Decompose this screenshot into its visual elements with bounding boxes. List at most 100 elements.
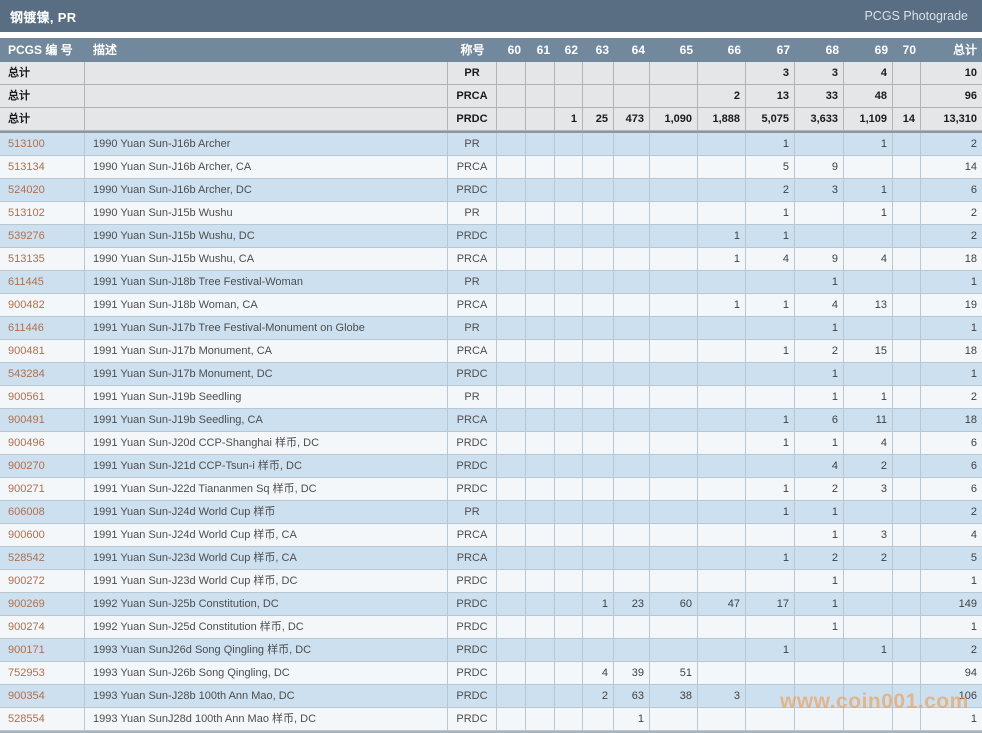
grade-67-cell: 1 [746, 639, 795, 662]
pcgs-number-link[interactable]: 900496 [0, 432, 85, 455]
row-total-cell: 4 [921, 524, 982, 547]
grade-62-cell [555, 662, 583, 685]
totals-row: 总计PR33410 [0, 62, 982, 85]
pcgs-number-link[interactable]: 513102 [0, 202, 85, 225]
col-header-total: 总计 [921, 38, 982, 62]
grade-65-cell [650, 570, 698, 593]
table-row: 5131341990 Yuan Sun-J16b Archer, CAPRCA5… [0, 156, 982, 179]
grade-64-cell: 473 [614, 108, 650, 131]
grade-68-cell: 1 [795, 570, 844, 593]
grade-62-cell [555, 133, 583, 156]
grade-66-cell: 1 [698, 225, 746, 248]
pcgs-number-link[interactable]: 611445 [0, 271, 85, 294]
grade-70-cell [893, 455, 921, 478]
grade-70-cell [893, 616, 921, 639]
grade-66-cell: 1,888 [698, 108, 746, 131]
grade-66-cell [698, 478, 746, 501]
grade-61-cell [526, 108, 555, 131]
pcgs-number-link[interactable]: 900481 [0, 340, 85, 363]
row-total-cell: 5 [921, 547, 982, 570]
pcgs-number-link[interactable]: 900274 [0, 616, 85, 639]
grade-68-cell: 9 [795, 156, 844, 179]
pcgs-number-link[interactable]: 900354 [0, 685, 85, 708]
pcgs-number-link[interactable]: 900171 [0, 639, 85, 662]
grade-63-cell [583, 294, 614, 317]
pcgs-number-link[interactable]: 611446 [0, 317, 85, 340]
grade-67-cell [746, 363, 795, 386]
pcgs-number-link[interactable]: 900272 [0, 570, 85, 593]
grade-64-cell [614, 524, 650, 547]
grade-66-cell [698, 570, 746, 593]
pcgs-number-link[interactable]: 900269 [0, 593, 85, 616]
grade-67-cell: 1 [746, 501, 795, 524]
grade-68-cell: 2 [795, 478, 844, 501]
table-row: 5392761990 Yuan Sun-J15b Wushu, DCPRDC11… [0, 225, 982, 248]
grade-66-cell [698, 501, 746, 524]
grade-63-cell [583, 363, 614, 386]
designation-cell: PRDC [448, 639, 497, 662]
grade-60-cell [497, 340, 526, 363]
table-row: 5131021990 Yuan Sun-J15b WushuPR112 [0, 202, 982, 225]
pcgs-number-link[interactable]: 524020 [0, 179, 85, 202]
grade-69-cell [844, 363, 893, 386]
pcgs-number-link[interactable]: 543284 [0, 363, 85, 386]
pcgs-number-link[interactable]: 900491 [0, 409, 85, 432]
pcgs-number-link[interactable]: 900271 [0, 478, 85, 501]
pcgs-number-link[interactable]: 900270 [0, 455, 85, 478]
pcgs-number-link[interactable]: 900561 [0, 386, 85, 409]
grade-69-cell: 15 [844, 340, 893, 363]
grade-67-cell: 1 [746, 432, 795, 455]
grade-66-cell [698, 363, 746, 386]
grade-65-cell [650, 179, 698, 202]
grade-63-cell [583, 225, 614, 248]
pcgs-number-link[interactable]: 539276 [0, 225, 85, 248]
grade-67-cell [746, 386, 795, 409]
grade-70-cell [893, 593, 921, 616]
pcgs-number-link[interactable]: 513135 [0, 248, 85, 271]
grade-61-cell [526, 662, 555, 685]
grade-62-cell [555, 708, 583, 731]
description-cell: 1991 Yuan Sun-J24d World Cup 样币, CA [85, 524, 448, 547]
grade-62-cell [555, 202, 583, 225]
description-cell: 1991 Yuan Sun-J22d Tiananmen Sq 样币, DC [85, 478, 448, 501]
row-total-cell: 1 [921, 570, 982, 593]
grade-68-cell: 1 [795, 386, 844, 409]
grade-60-cell [497, 570, 526, 593]
pcgs-number-link[interactable]: 513100 [0, 133, 85, 156]
grade-63-cell [583, 386, 614, 409]
description-cell [85, 108, 448, 131]
grade-60-cell [497, 202, 526, 225]
grade-67-cell: 2 [746, 179, 795, 202]
grade-65-cell [650, 455, 698, 478]
grade-63-cell [583, 432, 614, 455]
grade-62-cell [555, 685, 583, 708]
grade-62-cell [555, 225, 583, 248]
grade-61-cell [526, 708, 555, 731]
grade-66-cell [698, 317, 746, 340]
pcgs-number-link[interactable]: 513134 [0, 156, 85, 179]
description-cell [85, 85, 448, 108]
pcgs-number-link[interactable]: 752953 [0, 662, 85, 685]
row-total-cell: 1 [921, 616, 982, 639]
designation-cell: PRDC [448, 225, 497, 248]
grade-63-cell [583, 524, 614, 547]
grade-60-cell [497, 432, 526, 455]
description-cell: 1990 Yuan Sun-J16b Archer, DC [85, 179, 448, 202]
pcgs-number-link[interactable]: 900482 [0, 294, 85, 317]
pcgs-number-link[interactable]: 900600 [0, 524, 85, 547]
table-row: 9002711991 Yuan Sun-J22d Tiananmen Sq 样币… [0, 478, 982, 501]
grade-63-cell [583, 179, 614, 202]
grade-61-cell [526, 225, 555, 248]
row-total-cell: 14 [921, 156, 982, 179]
description-cell: 1991 Yuan Sun-J20d CCP-Shanghai 样币, DC [85, 432, 448, 455]
grade-68-cell: 2 [795, 340, 844, 363]
pcgs-number-link[interactable]: 606008 [0, 501, 85, 524]
pcgs-number-link[interactable]: 528554 [0, 708, 85, 731]
grade-66-cell [698, 524, 746, 547]
grade-70-cell [893, 248, 921, 271]
grade-66-cell [698, 179, 746, 202]
pcgs-number-link[interactable]: 528542 [0, 547, 85, 570]
description-cell: 1990 Yuan Sun-J15b Wushu [85, 202, 448, 225]
grade-62-cell [555, 616, 583, 639]
table-row: 9006001991 Yuan Sun-J24d World Cup 样币, C… [0, 524, 982, 547]
